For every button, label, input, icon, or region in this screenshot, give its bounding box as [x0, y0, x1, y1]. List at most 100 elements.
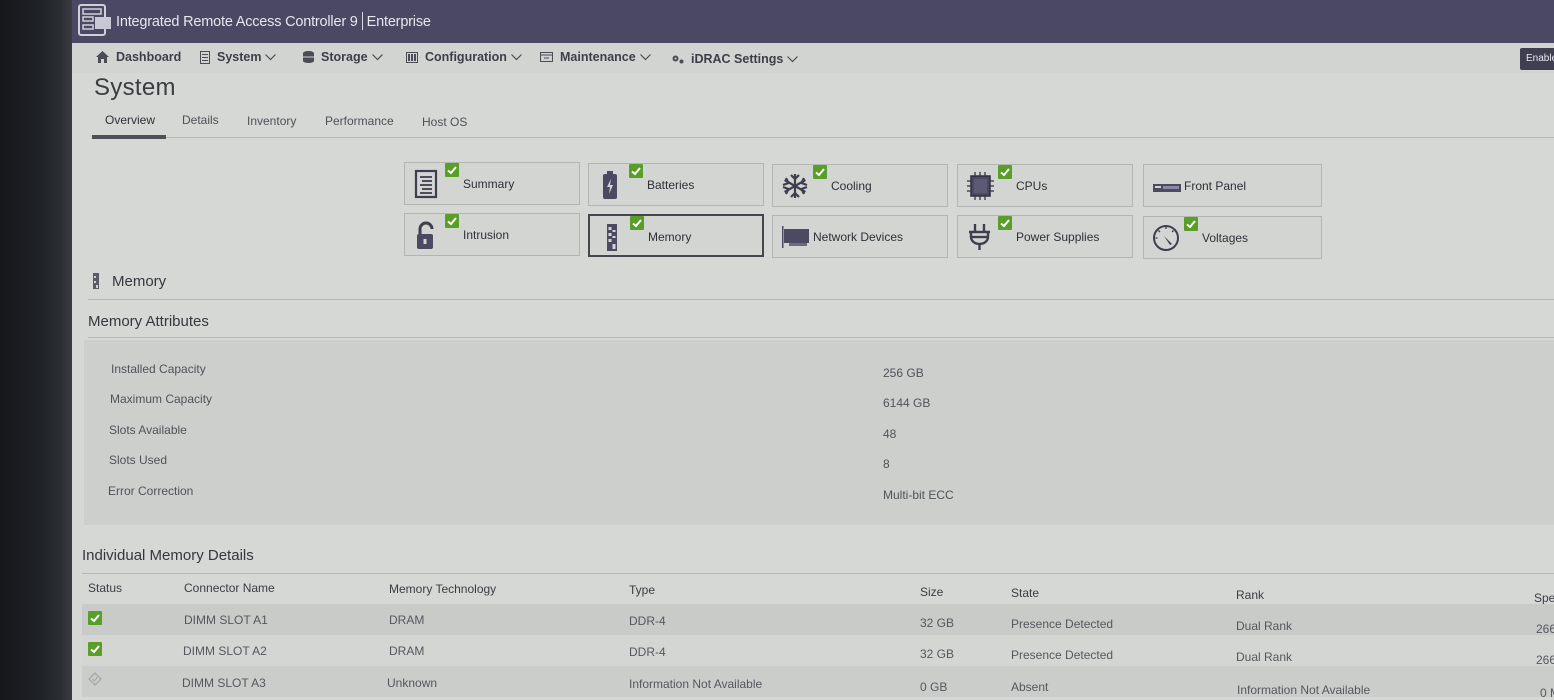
- tile-label: Front Panel: [1184, 179, 1247, 193]
- tile-label: Batteries: [647, 178, 695, 192]
- attr-label-slots-used: Slots Used: [109, 453, 168, 467]
- front-panel-icon: [1153, 184, 1181, 192]
- col-header-status[interactable]: Status: [88, 581, 122, 595]
- tile-label: Summary: [463, 177, 515, 191]
- attr-label-slots-available: Slots Available: [109, 423, 187, 437]
- nav-configuration-label: Configuration: [425, 50, 507, 64]
- status-ok-icon: [998, 165, 1012, 179]
- tile-label: Memory: [648, 230, 692, 244]
- tab-inventory[interactable]: Inventory: [247, 114, 296, 128]
- snowflake-icon: [782, 174, 808, 198]
- memory-details-title: Individual Memory Details: [82, 547, 254, 564]
- memory-section-title: Memory: [112, 273, 167, 290]
- chevron-down-icon: [639, 53, 651, 60]
- chevron-down-icon: [787, 55, 799, 62]
- cell-state: Presence Detected: [1011, 648, 1114, 662]
- nav-idrac-settings-label: iDRAC Settings: [691, 52, 784, 66]
- unlocked-padlock-icon: [417, 221, 434, 249]
- tab-overview[interactable]: Overview: [105, 113, 155, 127]
- table-row[interactable]: DIMM SLOT A3 Unknown Information Not Ava…: [82, 666, 1554, 700]
- nav-maintenance[interactable]: Maintenance: [540, 50, 651, 64]
- cell-connector: DIMM SLOT A3: [182, 676, 266, 690]
- tile-label: CPUs: [1016, 179, 1048, 193]
- attr-value-slots-available: 48: [883, 427, 897, 441]
- tile-front-panel[interactable]: Front Panel: [1143, 164, 1322, 207]
- cell-connector: DIMM SLOT A1: [184, 613, 268, 627]
- tile-summary[interactable]: Summary: [404, 162, 580, 205]
- nav-maintenance-label: Maintenance: [560, 50, 636, 64]
- app-title: Integrated Remote Access Controller 9 Ent…: [116, 12, 431, 30]
- status-ok-icon: [1184, 217, 1198, 231]
- chevron-down-icon: [265, 53, 277, 60]
- nav-configuration[interactable]: Configuration: [406, 50, 522, 64]
- cell-rank: Dual Rank: [1236, 619, 1293, 633]
- tile-power-supplies[interactable]: Power Supplies: [957, 215, 1133, 258]
- cell-rank: Dual Rank: [1236, 650, 1293, 664]
- table-row[interactable]: DIMM SLOT A1 DRAM DDR-4 32 GB Presence D…: [82, 604, 1554, 636]
- page-title: System: [94, 74, 176, 101]
- attr-label-error-correction: Error Correction: [108, 484, 194, 498]
- tile-intrusion[interactable]: Intrusion: [404, 213, 580, 256]
- tile-label: Power Supplies: [1016, 230, 1100, 244]
- cell-technology: Unknown: [387, 676, 438, 690]
- summary-list-icon: [414, 169, 438, 199]
- tile-memory[interactable]: Memory: [588, 214, 764, 257]
- tile-cpus[interactable]: CPUs: [957, 164, 1133, 207]
- status-ok-icon: [629, 164, 643, 178]
- nav-system-label: System: [217, 50, 262, 64]
- col-header-speed[interactable]: Spe: [1534, 591, 1554, 605]
- col-header-connector-name[interactable]: Connector Name: [184, 581, 275, 595]
- cell-technology: DRAM: [389, 644, 425, 658]
- cell-type: DDR-4: [629, 645, 666, 659]
- nav-storage-label: Storage: [321, 50, 368, 64]
- attr-label-maximum-capacity: Maximum Capacity: [110, 392, 213, 406]
- col-header-size[interactable]: Size: [920, 585, 943, 599]
- memory-section-header: Memory: [88, 270, 1554, 300]
- tile-cooling[interactable]: Cooling: [772, 164, 948, 207]
- status-ok-icon: [813, 165, 827, 179]
- tile-network-devices[interactable]: Network Devices: [772, 215, 948, 258]
- nav-dashboard-label: Dashboard: [116, 50, 182, 64]
- memory-attributes-header: Memory Attributes: [88, 310, 1554, 338]
- tab-details[interactable]: Details: [182, 113, 219, 127]
- col-header-memory-technology[interactable]: Memory Technology: [389, 582, 496, 596]
- main-nav: Dashboard System Storage Configuration M…: [72, 43, 1554, 73]
- cell-state: Presence Detected: [1011, 617, 1114, 631]
- memory-attributes-panel: Installed Capacity 256 GB Maximum Capaci…: [84, 340, 1554, 525]
- tile-voltages[interactable]: Voltages: [1143, 216, 1322, 259]
- app-title-text: Integrated Remote Access Controller 9: [116, 14, 358, 30]
- header-bar: Integrated Remote Access Controller 9 Ent…: [72, 0, 1554, 43]
- monitor-bezel: [0, 0, 72, 700]
- nav-system[interactable]: System: [200, 50, 277, 64]
- tab-bar: Overview Details Inventory Performance H…: [92, 110, 1554, 139]
- maintenance-icon: [540, 52, 553, 62]
- cell-speed: 266: [1536, 653, 1554, 667]
- nav-dashboard[interactable]: Dashboard: [96, 50, 181, 64]
- memory-attributes-title: Memory Attributes: [88, 313, 209, 330]
- table-row[interactable]: DIMM SLOT A2 DRAM DDR-4 32 GB Presence D…: [82, 635, 1554, 667]
- col-header-rank[interactable]: Rank: [1236, 588, 1264, 602]
- config-icon: [406, 51, 418, 63]
- status-ok-icon: [445, 163, 459, 177]
- tab-performance[interactable]: Performance: [325, 114, 394, 128]
- cell-speed: 0 M: [1540, 686, 1554, 700]
- col-header-state[interactable]: State: [1011, 586, 1039, 600]
- status-ok-icon: [445, 214, 459, 228]
- nav-idrac-settings[interactable]: iDRAC Settings: [672, 52, 799, 66]
- memory-details-header: Individual Memory Details: [82, 546, 1554, 574]
- tile-batteries[interactable]: Batteries: [588, 163, 764, 206]
- gears-icon: [672, 55, 684, 63]
- active-tab-indicator: [92, 135, 166, 139]
- cpu-chip-icon: [967, 172, 994, 200]
- status-ok-icon: [88, 642, 102, 656]
- col-header-type[interactable]: Type: [629, 583, 655, 597]
- cell-state: Absent: [1011, 680, 1049, 694]
- tile-label: Intrusion: [463, 228, 510, 242]
- power-plug-icon: [969, 224, 990, 250]
- status-ok-icon: [88, 611, 102, 625]
- nav-storage[interactable]: Storage: [303, 50, 383, 64]
- tile-label: Voltages: [1202, 231, 1249, 245]
- enable-button[interactable]: Enable: [1520, 48, 1554, 70]
- cell-size: 32 GB: [920, 647, 955, 661]
- tab-host-os[interactable]: Host OS: [422, 115, 467, 129]
